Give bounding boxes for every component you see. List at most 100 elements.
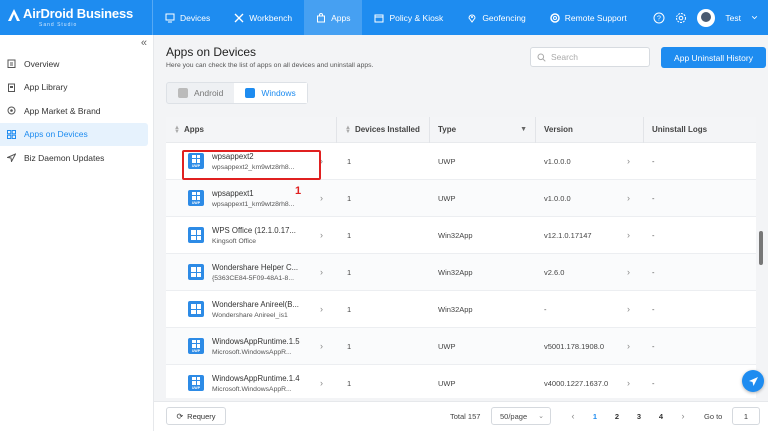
sort-icon[interactable]: ▲ ▼ [345, 125, 351, 135]
search-icon [537, 53, 546, 62]
search-input[interactable]: Search [530, 47, 650, 67]
nav-geofencing[interactable]: Geofencing [455, 0, 537, 35]
chevron-right-icon[interactable]: › [627, 267, 630, 277]
page-4-button[interactable]: 4 [650, 412, 672, 421]
chevron-right-icon[interactable]: › [627, 156, 630, 166]
devices-installed-cell[interactable]: 1 [337, 180, 430, 217]
filter-dropdown-icon[interactable]: ▼ [520, 126, 527, 133]
nav-workbench[interactable]: Workbench [222, 0, 304, 35]
map-pin-icon [468, 14, 476, 23]
version-value: v5001.178.1908.0 [544, 341, 605, 351]
nav-policy-kiosk[interactable]: Policy & Kiosk [362, 0, 455, 35]
table-footer: ⟳ Requery Total 157 50/page ⌄ ‹ 1 2 3 4 … [154, 401, 768, 431]
sidebar-item-app-market[interactable]: App Market & Brand [0, 99, 148, 123]
app-id: Microsoft.WindowsAppR... [212, 385, 292, 393]
page-3-button[interactable]: 3 [628, 412, 650, 421]
annotation-marker: 1 [295, 185, 302, 197]
table-row[interactable]: UWP WindowsAppRuntime.1.4 Microsoft.Wind… [166, 365, 756, 398]
chevron-right-icon[interactable]: › [627, 341, 630, 351]
platform-tabs: Android Windows [166, 82, 308, 104]
chevron-right-icon[interactable]: › [627, 378, 630, 388]
page-size-select[interactable]: 50/page ⌄ [491, 407, 551, 425]
table-row[interactable]: UWP wpsappext1 wpsappext1_km9wtz8rh8... … [166, 180, 756, 217]
version-cell[interactable]: v2.6.0 › [536, 254, 644, 291]
total-count: Total 157 [450, 412, 481, 421]
sidebar-item-biz-daemon[interactable]: Biz Daemon Updates [0, 146, 148, 170]
chevron-right-icon[interactable]: › [320, 193, 323, 203]
clipboard-icon [7, 59, 16, 69]
column-devices-installed[interactable]: ▲ ▼ Devices Installed [337, 117, 430, 143]
chevron-right-icon[interactable]: › [627, 193, 630, 203]
goto-page-input[interactable]: 1 [732, 407, 760, 425]
devices-installed-cell[interactable]: 1 [337, 254, 430, 291]
chevron-down-icon: ⌄ [538, 413, 544, 420]
app-cell[interactable]: UWP WindowsAppRuntime.1.4 Microsoft.Wind… [166, 365, 337, 399]
requery-label: Requery [187, 411, 216, 421]
version-cell[interactable]: - › [536, 291, 644, 328]
nav-apps[interactable]: Apps [304, 0, 363, 35]
nav-remote-support[interactable]: Remote Support [538, 0, 639, 35]
version-cell[interactable]: v5001.178.1908.0 › [536, 328, 644, 365]
table-row[interactable]: UWP WindowsAppRuntime.1.5 Microsoft.Wind… [166, 328, 756, 365]
app-cell[interactable]: UWP wpsappext1 wpsappext1_km9wtz8rh8... … [166, 180, 337, 217]
tab-label: Android [194, 88, 224, 98]
column-apps[interactable]: ▲ ▼ Apps [166, 117, 337, 143]
devices-installed-cell[interactable]: 1 [337, 143, 430, 180]
version-cell[interactable]: v1.0.0.0 › [536, 143, 644, 180]
nav-devices[interactable]: Devices [153, 0, 222, 35]
chevron-right-icon[interactable]: › [320, 267, 323, 277]
user-name[interactable]: Test [725, 13, 741, 23]
devices-installed-cell[interactable]: 1 [337, 328, 430, 365]
sort-icon[interactable]: ▲ ▼ [174, 125, 180, 135]
windows-app-icon [188, 264, 204, 280]
tab-windows[interactable]: Windows [234, 83, 307, 103]
version-cell[interactable]: v12.1.0.17147 › [536, 217, 644, 254]
chevron-down-icon[interactable] [751, 14, 758, 21]
app-cell[interactable]: WPS Office (12.1.0.17... Kingsoft Office… [166, 217, 337, 254]
collapse-sidebar-icon[interactable]: « [141, 37, 147, 49]
page-1-button[interactable]: 1 [584, 412, 606, 421]
settings-icon[interactable] [675, 12, 687, 24]
next-page-button[interactable]: › [672, 411, 694, 421]
tab-android[interactable]: Android [167, 83, 234, 103]
column-uninstall-logs: Uninstall Logs [644, 117, 756, 143]
chevron-right-icon[interactable]: › [320, 378, 323, 388]
app-cell[interactable]: UWP WindowsAppRuntime.1.5 Microsoft.Wind… [166, 328, 337, 365]
version-cell[interactable]: v4000.1227.1637.0 › [536, 365, 644, 399]
sidebar-item-label: Overview [24, 58, 60, 69]
table-row[interactable]: WPS Office (12.1.0.17... Kingsoft Office… [166, 217, 756, 254]
table-row[interactable]: Wondershare Helper C... {5363CE84-5F09-4… [166, 254, 756, 291]
page-2-button[interactable]: 2 [606, 412, 628, 421]
user-avatar[interactable] [697, 8, 716, 27]
nav-devices-label: Devices [180, 12, 211, 23]
chevron-right-icon[interactable]: › [627, 304, 630, 314]
sidebar-item-apps-on-devices[interactable]: Apps on Devices [0, 122, 148, 146]
devices-installed-cell[interactable]: 1 [337, 365, 430, 399]
prev-page-button[interactable]: ‹ [562, 411, 584, 421]
devices-installed-cell[interactable]: 1 [337, 217, 430, 254]
page-title: Apps on Devices [166, 45, 257, 59]
devices-installed-cell[interactable]: 1 [337, 291, 430, 328]
scrollbar-thumb[interactable] [759, 231, 763, 265]
uninstall-logs-cell: - [652, 156, 655, 166]
type-cell: Win32App [438, 267, 473, 277]
sidebar-item-overview[interactable]: Overview [0, 52, 148, 76]
requery-button[interactable]: ⟳ Requery [166, 407, 226, 425]
app-cell[interactable]: Wondershare Anireel(B... Wondershare Ani… [166, 291, 337, 328]
help-icon[interactable]: ? [653, 12, 665, 24]
column-type[interactable]: Type ▼ [430, 117, 536, 143]
app-cell[interactable]: Wondershare Helper C... {5363CE84-5F09-4… [166, 254, 337, 291]
type-cell: UWP [438, 341, 456, 351]
uwp-app-icon: UWP [188, 338, 204, 354]
feedback-button[interactable] [742, 370, 764, 392]
chevron-right-icon[interactable]: › [320, 230, 323, 240]
chevron-right-icon[interactable]: › [320, 341, 323, 351]
version-cell[interactable]: v1.0.0.0 › [536, 180, 644, 217]
chevron-right-icon[interactable]: › [627, 230, 630, 240]
brand-logo[interactable]: AirDroid Business Sand Studio [0, 0, 152, 35]
annotation-highlight-box [182, 150, 321, 180]
chevron-right-icon[interactable]: › [320, 304, 323, 314]
app-uninstall-history-button[interactable]: App Uninstall History [661, 47, 766, 68]
sidebar-item-app-library[interactable]: App Library [0, 76, 148, 100]
table-row[interactable]: Wondershare Anireel(B... Wondershare Ani… [166, 291, 756, 328]
